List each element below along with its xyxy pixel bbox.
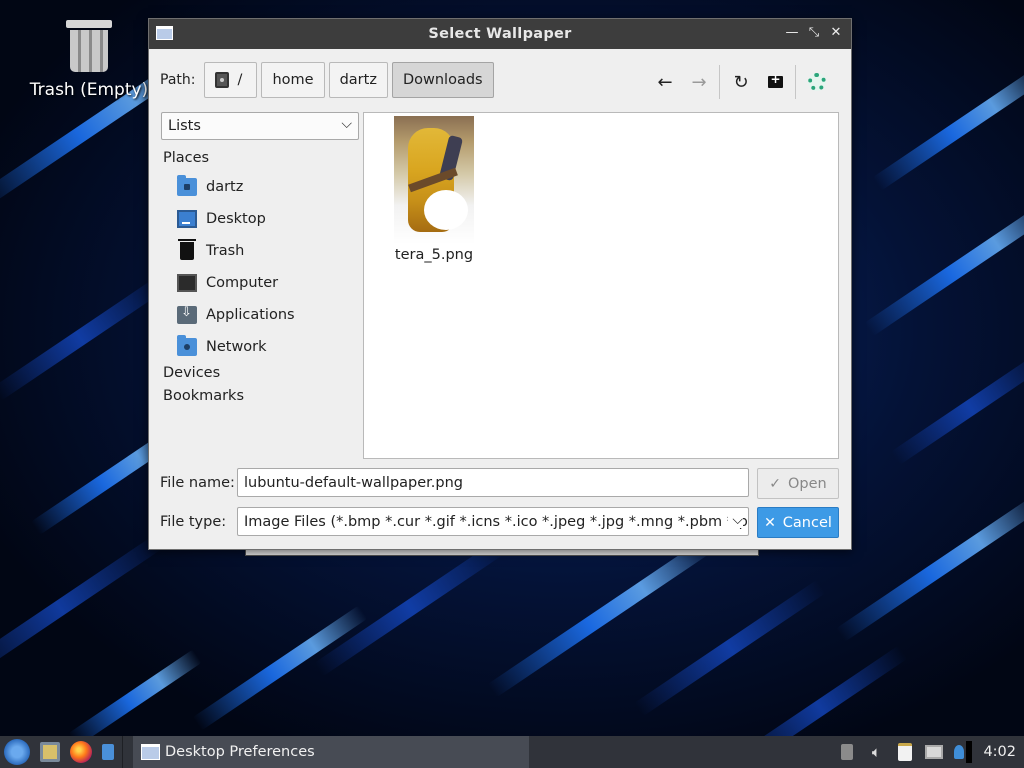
checkmark-icon: ✓ [769, 475, 781, 492]
cancel-button[interactable]: ✕ Cancel [757, 507, 839, 538]
file-view[interactable]: tera_5.png [363, 112, 839, 459]
image-thumbnail [394, 116, 474, 244]
filename-label: File name: [160, 475, 235, 491]
close-icon: ✕ [764, 514, 776, 531]
devices-header[interactable]: Devices [163, 365, 220, 381]
computer-icon [177, 274, 197, 292]
home-folder-icon [177, 175, 197, 196]
path-crumb-dartz[interactable]: dartz [328, 62, 388, 98]
shade-button[interactable]: — [783, 23, 801, 43]
taskbar-window-title: Desktop Preferences [165, 744, 315, 760]
trash-icon [64, 18, 114, 74]
taskbar-separator [122, 736, 123, 768]
path-crumb-root[interactable]: / [204, 62, 258, 98]
sidebar-item-label: Applications [206, 307, 295, 323]
toolbar-separator [795, 65, 796, 99]
firefox-icon[interactable] [70, 741, 92, 763]
sidebar-item-applications[interactable]: Applications [177, 303, 295, 327]
taskbar-window-button[interactable]: Desktop Preferences [133, 736, 529, 768]
sidebar-view-select-value: Lists [168, 118, 201, 134]
path-crumb-downloads[interactable]: Downloads [391, 62, 494, 98]
sidebar-item-desktop[interactable]: Desktop [177, 207, 266, 231]
arrow-right-icon: → [691, 71, 707, 93]
restore-button[interactable]: ⤡ [805, 23, 823, 43]
sidebar-item-label: dartz [206, 179, 244, 195]
reload-button[interactable]: ↻ [727, 68, 755, 96]
sidebar-item-label: Network [206, 339, 267, 355]
arrow-left-icon: ← [657, 71, 673, 93]
path-crumb-home-label: home [272, 72, 314, 88]
show-desktop-icon[interactable] [102, 744, 114, 760]
path-label: Path: [160, 72, 196, 88]
sidebar-item-label: Trash [206, 243, 245, 259]
desktop-trash-label: Trash (Empty) [29, 80, 149, 100]
start-menu-icon[interactable] [4, 739, 30, 765]
toolbar-separator [719, 65, 720, 99]
open-button-label: Open [788, 475, 827, 492]
open-button[interactable]: ✓ Open [757, 468, 839, 499]
sidebar-item-trash[interactable]: Trash [177, 239, 244, 263]
trash-icon [178, 239, 196, 260]
filetype-select-value: Image Files (*.bmp *.cur *.gif *.icns *.… [244, 513, 749, 530]
places-header[interactable]: Places [163, 150, 209, 166]
desktop-icon [177, 210, 197, 228]
dialog-titlebar[interactable]: Select Wallpaper — ⤡ ✕ [149, 19, 851, 49]
sidebar-item-network[interactable]: Network [177, 335, 267, 359]
taskbar: Desktop Preferences 🔈︎ 4:02 [0, 736, 1024, 768]
file-name-label: tera_5.png [394, 247, 474, 263]
desktop-trash-icon-item[interactable]: Trash (Empty) [24, 18, 154, 100]
select-wallpaper-dialog: Select Wallpaper — ⤡ ✕ Path: / home dart… [148, 18, 852, 550]
new-folder-button[interactable]: + [761, 68, 789, 96]
sidebar-view-select[interactable]: Lists ⌵ [161, 112, 359, 140]
network-icon[interactable] [923, 741, 945, 763]
tray-arrow-up-icon[interactable] [836, 741, 858, 763]
forward-button[interactable]: → [685, 68, 713, 96]
sidebar-item-dartz[interactable]: dartz [177, 175, 243, 199]
path-crumb-downloads-label: Downloads [402, 72, 483, 88]
dialog-title: Select Wallpaper [428, 26, 572, 42]
window-icon [141, 744, 160, 760]
applications-icon [177, 305, 197, 324]
chevron-down-icon: ⌵ [341, 116, 352, 132]
chevron-down-icon: ⌵ [728, 512, 743, 528]
volume-icon[interactable]: 🔈︎ [865, 741, 887, 763]
drive-icon [215, 72, 230, 88]
gear-icon [808, 73, 826, 91]
bookmarks-header[interactable]: Bookmarks [163, 388, 244, 404]
file-item[interactable]: tera_5.png [394, 116, 474, 263]
view-options-button[interactable] [803, 68, 831, 96]
path-crumb-home[interactable]: home [261, 62, 325, 98]
new-folder-icon: + [767, 72, 783, 88]
new-folder-plus: + [770, 72, 781, 86]
network-folder-icon [177, 335, 197, 356]
reload-icon: ↻ [733, 71, 749, 93]
clock[interactable]: 4:02 [983, 744, 1016, 760]
sidebar-item-computer[interactable]: Computer [177, 271, 278, 295]
path-crumb-root-label: / [237, 72, 243, 88]
sidebar-item-label: Desktop [206, 211, 266, 227]
filetype-select[interactable]: Image Files (*.bmp *.cur *.gif *.icns *.… [237, 507, 749, 536]
cancel-button-label: Cancel [782, 514, 832, 531]
filename-input-value: lubuntu-default-wallpaper.png [244, 474, 464, 491]
update-notifier-icon[interactable] [952, 741, 974, 763]
window-icon [156, 26, 173, 40]
filetype-label: File type: [160, 514, 227, 530]
system-tray: 🔈︎ 4:02 [836, 736, 1024, 768]
clipboard-icon[interactable] [894, 741, 916, 763]
filename-input[interactable]: lubuntu-default-wallpaper.png [237, 468, 749, 497]
back-button[interactable]: ← [651, 68, 679, 96]
file-manager-icon[interactable] [40, 742, 60, 762]
close-button[interactable]: ✕ [827, 23, 845, 43]
sidebar-item-label: Computer [206, 275, 279, 291]
path-crumb-dartz-label: dartz [339, 72, 377, 88]
